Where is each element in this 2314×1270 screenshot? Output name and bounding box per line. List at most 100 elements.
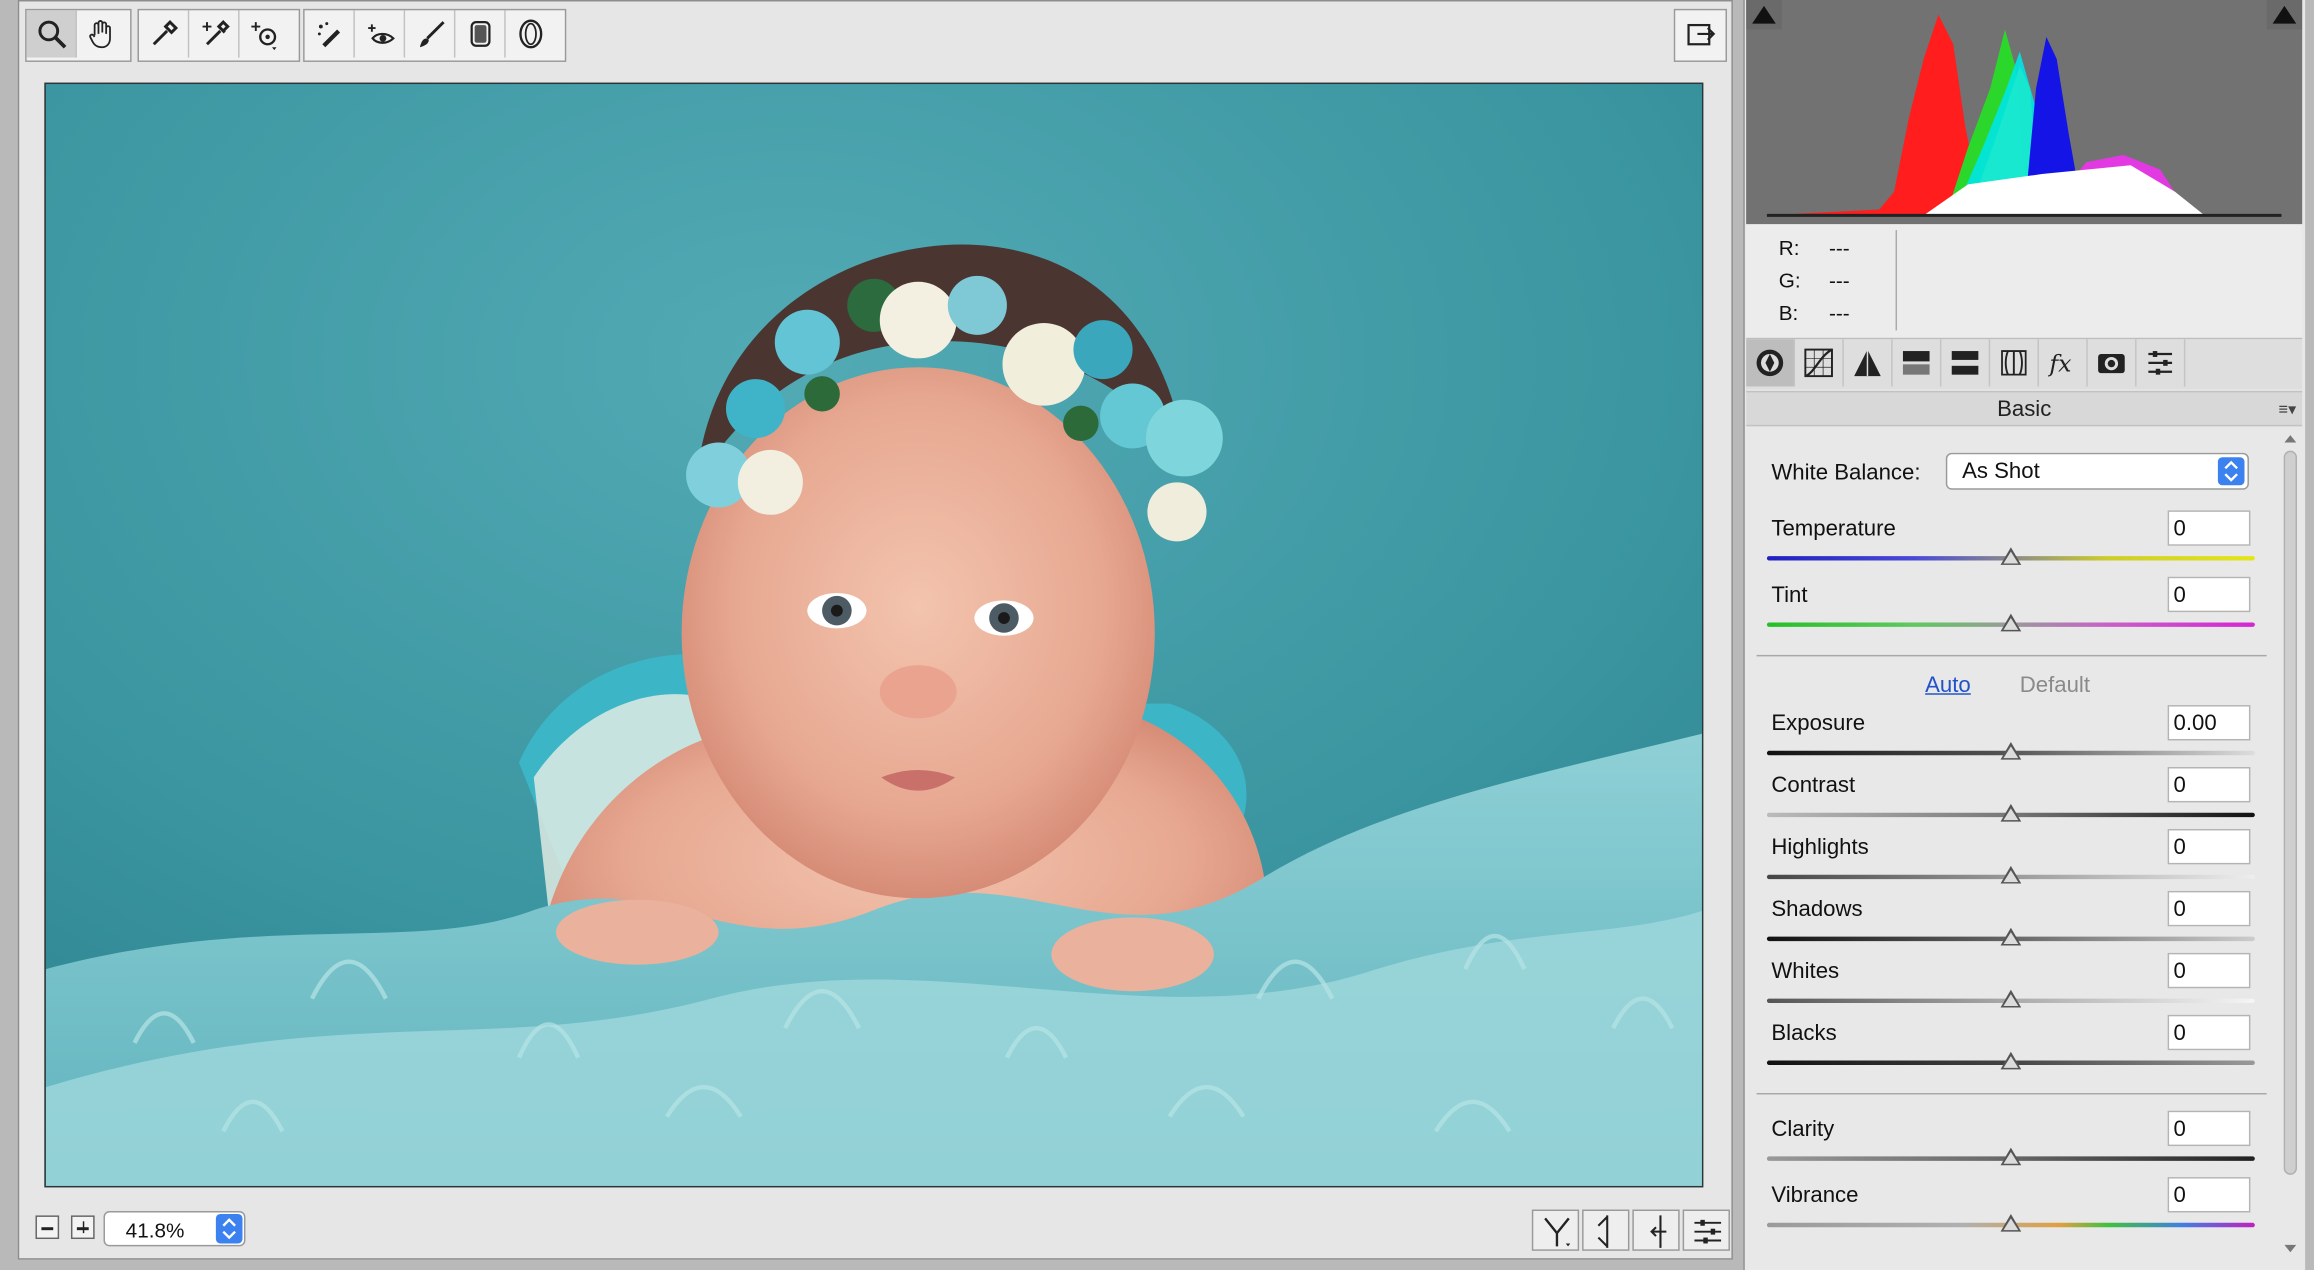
slider-value-shadows[interactable]: 0: [2167, 890, 2251, 927]
zoom-level-select[interactable]: 41.8%: [103, 1210, 246, 1247]
zoom-tool-button[interactable]: [26, 10, 77, 58]
spot-removal-tool-button[interactable]: [305, 10, 355, 58]
tab-camera-calibration[interactable]: [2088, 339, 2137, 387]
zoom-level-value: 41.8%: [125, 1218, 185, 1242]
camera-icon: [2098, 354, 2125, 374]
slider-label-shadows: Shadows: [1771, 896, 1863, 922]
tab-detail[interactable]: [1844, 339, 1893, 387]
lens-icon: [2001, 350, 2027, 376]
histogram: [1746, 0, 2303, 225]
readout-divider: [1895, 230, 1898, 331]
slider-thumb-exposure[interactable]: [2000, 741, 2022, 760]
minus-icon: [41, 1227, 54, 1230]
slider-thumb-vibrance[interactable]: [2000, 1213, 2022, 1232]
slider-value-temperature[interactable]: 0: [2167, 510, 2251, 546]
graduated-filter-tool-button[interactable]: [455, 10, 506, 58]
spot-removal-icon: [317, 22, 340, 48]
swap-settings-button[interactable]: [1582, 1209, 1630, 1251]
slider-value-tint[interactable]: 0: [2167, 576, 2251, 613]
white-balance-tool-button[interactable]: [139, 10, 190, 58]
radial-filter-tool-button[interactable]: [506, 10, 555, 57]
open-preferences-group: [1673, 8, 1727, 62]
slider-value-exposure[interactable]: 0.00: [2167, 705, 2251, 741]
histogram-graph: [1746, 0, 2303, 225]
slider-value-contrast[interactable]: 0: [2167, 767, 2251, 803]
eye-icon: [367, 24, 395, 44]
tab-tone-curve[interactable]: [1795, 339, 1844, 387]
hand-icon: [88, 20, 111, 49]
slider-label-whites: Whites: [1771, 958, 1840, 984]
eyedropper-icon: [151, 20, 178, 46]
zoom-out-button[interactable]: [35, 1215, 60, 1240]
tab-split-toning[interactable]: [1941, 339, 1991, 387]
slider-thumb-whites[interactable]: [2000, 989, 2022, 1008]
slider-value-clarity[interactable]: 0: [2167, 1110, 2251, 1147]
copy-settings-button[interactable]: [1632, 1209, 1680, 1251]
hand-tool-button[interactable]: [77, 10, 126, 57]
panel-tabs: fx: [1746, 339, 2303, 390]
tab-effects[interactable]: fx: [2039, 339, 2088, 387]
r-label: R:: [1778, 236, 1800, 260]
toggle-fullscreen-button[interactable]: [1675, 10, 1724, 57]
slider-thumb-contrast[interactable]: [2000, 803, 2022, 822]
tab-basic[interactable]: [1746, 339, 1796, 387]
slider-thumb-temperature[interactable]: [2000, 547, 2022, 565]
g-label: G:: [1778, 268, 1801, 293]
slider-label-tint: Tint: [1771, 582, 1808, 608]
magnifier-icon: [37, 20, 66, 49]
slider-thumb-blacks[interactable]: [2000, 1051, 2022, 1070]
presets-sliders-icon: [2148, 351, 2173, 375]
before-after-toggle-button[interactable]: [1531, 1209, 1580, 1251]
split-toning-icon: [1951, 351, 1979, 375]
rgb-readout: R: --- G: --- B: ---: [1746, 224, 2303, 340]
section-divider: [1756, 654, 2267, 657]
color-sampler-tool-button[interactable]: [189, 10, 240, 58]
baby-photo: [45, 84, 1702, 1186]
slider-label-clarity: Clarity: [1771, 1116, 1835, 1142]
slider-thumb-tint[interactable]: [2000, 613, 2022, 632]
svg-text:fx: fx: [2047, 350, 2071, 378]
slider-thumb-shadows[interactable]: [2000, 927, 2022, 946]
adjustment-brush-tool-button[interactable]: [405, 10, 456, 58]
red-eye-tool-button[interactable]: [355, 10, 406, 58]
aperture-icon: [1756, 349, 1784, 377]
fullscreen-icon: [1686, 23, 1715, 46]
auto-link[interactable]: Auto: [1925, 673, 1971, 698]
slider-value-whites[interactable]: 0: [2167, 952, 2251, 989]
slider-value-blacks[interactable]: 0: [2167, 1014, 2251, 1051]
panel-menu-icon[interactable]: ≡▾: [2279, 392, 2297, 427]
preview-preferences-button[interactable]: [1682, 1209, 1730, 1251]
tone-curve-icon: [1804, 348, 1833, 378]
hsl-icon: [1902, 351, 1930, 375]
radial-filter-icon: [518, 19, 542, 49]
white-balance-value: As Shot: [1962, 458, 2040, 484]
slider-thumb-clarity[interactable]: [2000, 1147, 2022, 1166]
slider-value-vibrance[interactable]: 0: [2167, 1177, 2251, 1213]
default-link[interactable]: Default: [2020, 673, 2090, 698]
white-balance-label: White Balance:: [1771, 460, 1921, 486]
slider-label-contrast: Contrast: [1771, 772, 1856, 798]
plus-icon-v: [82, 1221, 85, 1234]
zoom-in-button[interactable]: [70, 1215, 95, 1240]
slider-label-vibrance: Vibrance: [1771, 1182, 1859, 1209]
section-divider: [1756, 1092, 2267, 1095]
targeted-adjustment-tool-button[interactable]: [240, 10, 289, 57]
sampler-tools: [137, 8, 301, 62]
slider-value-highlights[interactable]: 0: [2167, 828, 2251, 865]
fx-icon: fx: [2047, 350, 2071, 378]
scrollbar-graphic: [2283, 435, 2297, 1253]
white-balance-select[interactable]: As Shot: [1945, 452, 2249, 490]
copy-arrow-icon: [1650, 1215, 1667, 1248]
r-value: ---: [1829, 236, 1850, 260]
swap-icon: [1597, 1215, 1609, 1248]
photo-preview[interactable]: [44, 82, 1704, 1188]
select-arrows-icon: [2217, 457, 2245, 486]
slider-label-blacks: Blacks: [1771, 1020, 1837, 1046]
tab-lens-corrections[interactable]: [1990, 339, 2039, 387]
tab-presets[interactable]: [2137, 339, 2186, 387]
slider-thumb-highlights[interactable]: [2000, 865, 2022, 884]
retouch-tools: [303, 8, 567, 62]
panel-scrollbar[interactable]: [2281, 431, 2299, 1257]
tab-hsl[interactable]: [1893, 339, 1942, 387]
slider-label-temperature: Temperature: [1771, 516, 1896, 542]
